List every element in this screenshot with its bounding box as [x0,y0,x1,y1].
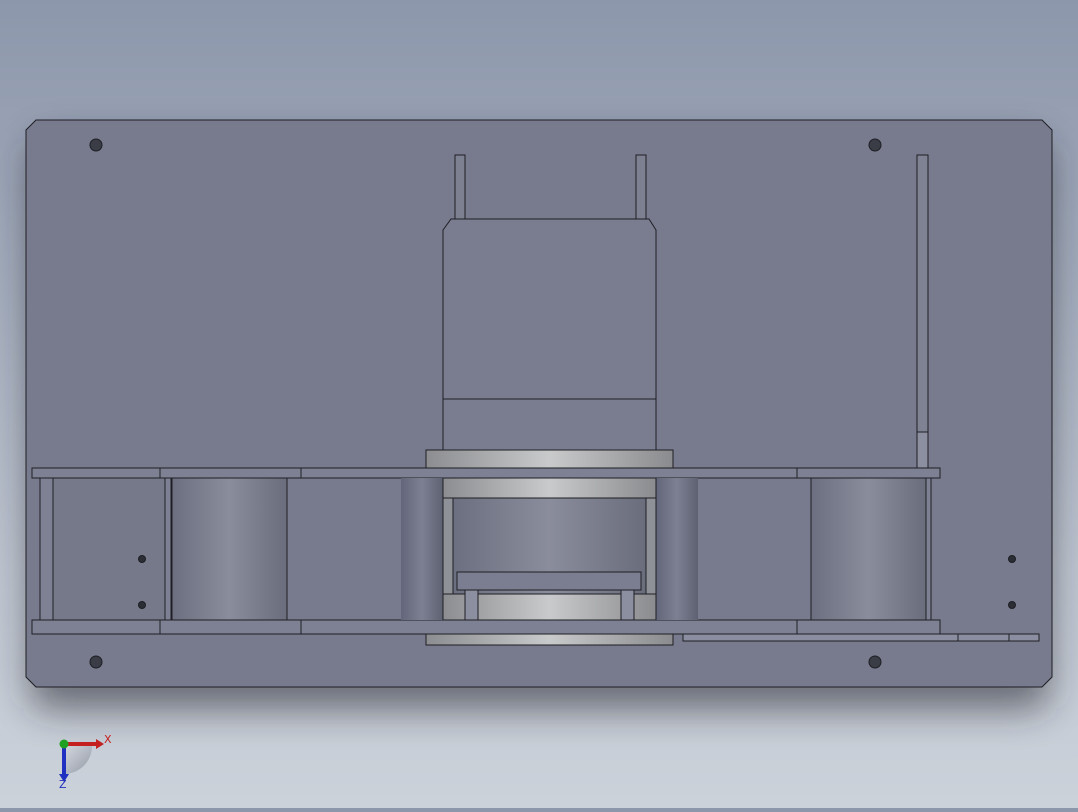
screw-hole [1008,601,1016,609]
left-roller[interactable] [171,477,288,621]
drum-side-right [656,478,698,620]
orientation-triad[interactable]: X Z [59,733,112,791]
drum-wall-right [645,497,657,595]
motor-housing [442,218,657,451]
right-roller[interactable] [810,477,927,621]
model-canvas[interactable]: X Z [0,0,1078,808]
mounting-hole [89,138,103,152]
center-drum-assembly[interactable] [401,477,698,646]
right-post [925,477,932,621]
cad-viewport[interactable]: X Z [0,0,1078,808]
y-axis-dot [59,739,69,749]
screw-hole [1008,555,1016,563]
drum-ring-top [442,477,657,499]
left-post [39,477,54,621]
top-rail[interactable] [31,467,941,479]
vertical-rod[interactable] [916,154,929,469]
drum-side-left [401,478,443,620]
left-post-inner [164,477,172,621]
drum-wall-left [442,497,454,595]
bracket-leg-left [464,589,479,621]
bottom-rail[interactable] [31,619,941,635]
mounting-hole [868,138,882,152]
motor-flange-bottom [425,633,674,646]
x-axis-head [96,739,104,749]
mounting-hole [868,655,882,669]
left-frame[interactable] [39,477,172,621]
bracket-leg-right [620,589,635,621]
screw-hole [138,555,146,563]
screw-hole [138,601,146,609]
z-axis-label: Z [59,778,67,791]
left-panel [52,477,166,621]
bottom-ledge[interactable] [682,633,1040,642]
x-axis-label: X [104,733,112,746]
motor-terminal-left [454,154,466,220]
bracket-plate [456,571,642,591]
motor-terminal-right [635,154,647,220]
motor-flange-top [425,449,674,469]
triad-sphere [64,746,92,774]
mounting-hole [89,655,103,669]
